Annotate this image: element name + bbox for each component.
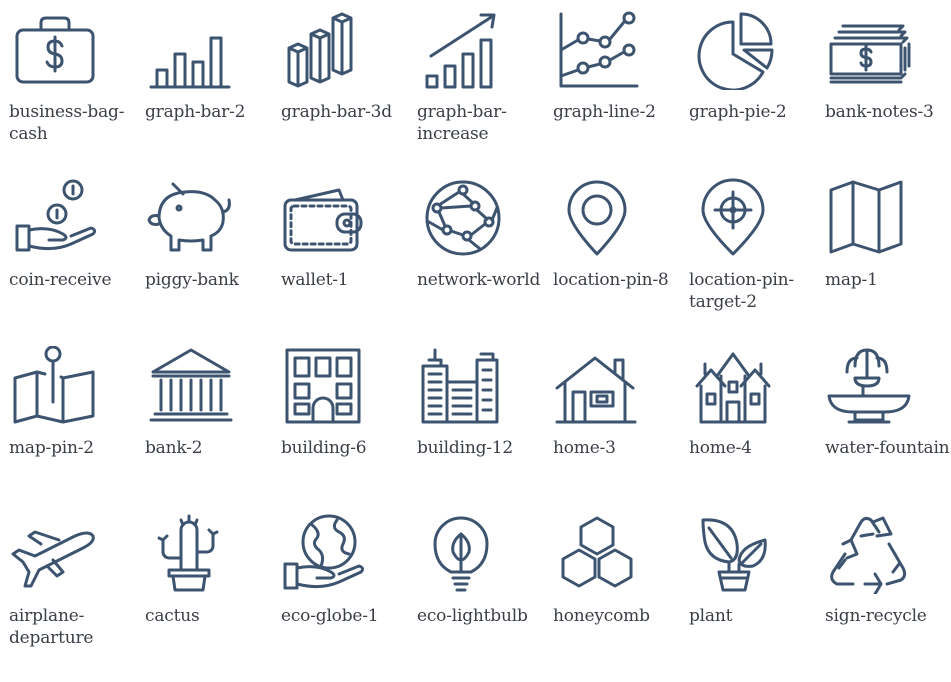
network-world-icon (417, 178, 507, 258)
icon-tile-airplane-departure[interactable]: airplane-departure (9, 514, 145, 682)
icon-tile-network-world[interactable]: network-world (417, 178, 553, 346)
icon-tile-graph-pie-2[interactable]: graph-pie-2 (689, 10, 825, 178)
building-6-icon (281, 346, 371, 426)
eco-globe-1-icon (281, 514, 371, 594)
icon-tile-graph-bar-increase[interactable]: graph-bar-increase (417, 10, 553, 178)
building-12-icon (417, 346, 507, 426)
icon-grid: business-bag-cash graph-bar-2 graph-bar-… (9, 10, 951, 682)
home-3-icon (553, 346, 643, 426)
icon-label: eco-globe-1 (281, 606, 379, 626)
icon-tile-building-12[interactable]: building-12 (417, 346, 553, 514)
icon-tile-graph-line-2[interactable]: graph-line-2 (553, 10, 689, 178)
location-pin-target-2-icon (689, 178, 779, 258)
sign-recycle-icon (825, 514, 915, 594)
icon-tile-bank-2[interactable]: bank-2 (145, 346, 281, 514)
honeycomb-icon (553, 514, 643, 594)
icon-tile-home-4[interactable]: home-4 (689, 346, 825, 514)
icon-tile-graph-bar-3d[interactable]: graph-bar-3d (281, 10, 417, 178)
icon-label: airplane-departure (9, 606, 94, 648)
graph-bar-2-icon (145, 10, 235, 90)
icon-label: building-12 (417, 438, 514, 458)
icon-tile-water-fountain[interactable]: water-fountain (825, 346, 951, 514)
piggy-bank-icon (145, 178, 235, 258)
icon-tile-business-bag-cash[interactable]: business-bag-cash (9, 10, 145, 178)
coin-receive-icon (9, 178, 99, 258)
icon-tile-piggy-bank[interactable]: piggy-bank (145, 178, 281, 346)
icon-label: water-fountain (825, 438, 950, 458)
icon-label: bank-notes-3 (825, 102, 934, 122)
icon-label: wallet-1 (281, 270, 349, 290)
icon-tile-honeycomb[interactable]: honeycomb (553, 514, 689, 682)
icon-tile-building-6[interactable]: building-6 (281, 346, 417, 514)
icon-label: graph-bar-2 (145, 102, 246, 122)
icon-tile-sign-recycle[interactable]: sign-recycle (825, 514, 951, 682)
icon-label: coin-receive (9, 270, 112, 290)
icon-label: bank-2 (145, 438, 203, 458)
icon-label: plant (689, 606, 733, 626)
graph-line-2-icon (553, 10, 643, 90)
icon-label: graph-bar-increase (417, 102, 507, 144)
icon-tile-bank-notes-3[interactable]: bank-notes-3 (825, 10, 951, 178)
wallet-1-icon (281, 178, 371, 258)
eco-lightbulb-icon (417, 514, 507, 594)
icon-label: sign-recycle (825, 606, 927, 626)
map-pin-2-icon (9, 346, 99, 426)
icon-tile-eco-lightbulb[interactable]: eco-lightbulb (417, 514, 553, 682)
location-pin-8-icon (553, 178, 643, 258)
bank-notes-3-icon (825, 10, 915, 90)
icon-tile-eco-globe-1[interactable]: eco-globe-1 (281, 514, 417, 682)
map-1-icon (825, 178, 915, 258)
icon-tile-graph-bar-2[interactable]: graph-bar-2 (145, 10, 281, 178)
icon-label: home-3 (553, 438, 616, 458)
icon-tile-plant[interactable]: plant (689, 514, 825, 682)
plant-icon (689, 514, 779, 594)
icon-label: home-4 (689, 438, 752, 458)
icon-label: eco-lightbulb (417, 606, 528, 626)
icon-tile-location-pin-8[interactable]: location-pin-8 (553, 178, 689, 346)
icon-label: business-bag-cash (9, 102, 125, 144)
icon-label: location-pin-8 (553, 270, 669, 290)
icon-label: piggy-bank (145, 270, 239, 290)
icon-label: map-pin-2 (9, 438, 94, 458)
icon-label: honeycomb (553, 606, 650, 626)
icon-label: map-1 (825, 270, 878, 290)
icon-label: network-world (417, 270, 541, 290)
icon-label: cactus (145, 606, 200, 626)
home-4-icon (689, 346, 779, 426)
icon-label: location-pin-target-2 (689, 270, 794, 312)
icon-label: graph-pie-2 (689, 102, 787, 122)
icon-label: graph-bar-3d (281, 102, 392, 122)
graph-bar-increase-icon (417, 10, 507, 90)
cactus-icon (145, 514, 235, 594)
business-bag-cash-icon (9, 10, 99, 90)
icon-tile-map-pin-2[interactable]: map-pin-2 (9, 346, 145, 514)
bank-2-icon (145, 346, 235, 426)
graph-pie-2-icon (689, 10, 779, 90)
icon-tile-cactus[interactable]: cactus (145, 514, 281, 682)
icon-tile-wallet-1[interactable]: wallet-1 (281, 178, 417, 346)
graph-bar-3d-icon (281, 10, 371, 90)
water-fountain-icon (825, 346, 915, 426)
icon-tile-map-1[interactable]: map-1 (825, 178, 951, 346)
icon-tile-coin-receive[interactable]: coin-receive (9, 178, 145, 346)
icon-tile-location-pin-target-2[interactable]: location-pin-target-2 (689, 178, 825, 346)
icon-label: building-6 (281, 438, 367, 458)
icon-tile-home-3[interactable]: home-3 (553, 346, 689, 514)
airplane-departure-icon (9, 514, 99, 594)
icon-label: graph-line-2 (553, 102, 656, 122)
